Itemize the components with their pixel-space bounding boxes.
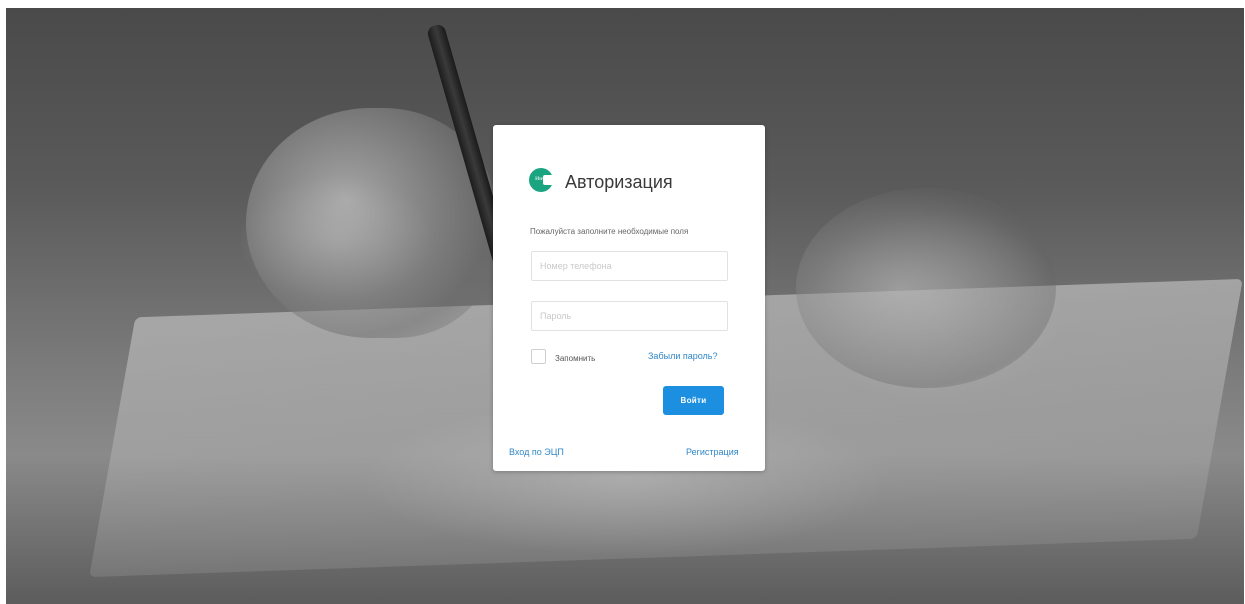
ecp-login-link[interactable]: Вход по ЭЦП xyxy=(509,447,564,457)
background-hand-right xyxy=(796,188,1056,388)
register-link[interactable]: Регистрация xyxy=(686,447,739,457)
brand-logo-text: ИнФино xyxy=(535,176,556,182)
password-field[interactable] xyxy=(531,301,728,331)
password-input[interactable] xyxy=(532,302,727,330)
phone-input[interactable] xyxy=(532,252,727,280)
login-button[interactable]: Войти xyxy=(663,386,724,415)
form-subtitle: Пожалуйста заполните необходимые поля xyxy=(530,227,689,236)
forgot-password-link[interactable]: Забыли пароль? xyxy=(648,351,717,361)
remember-checkbox[interactable] xyxy=(531,349,546,364)
remember-label[interactable]: Запомнить xyxy=(555,354,595,363)
phone-field[interactable] xyxy=(531,251,728,281)
brand-logo-icon: ИнФино xyxy=(529,168,556,192)
page-title: Авторизация xyxy=(565,172,673,192)
login-card: ИнФино Авторизация Пожалуйста заполните … xyxy=(493,125,765,471)
